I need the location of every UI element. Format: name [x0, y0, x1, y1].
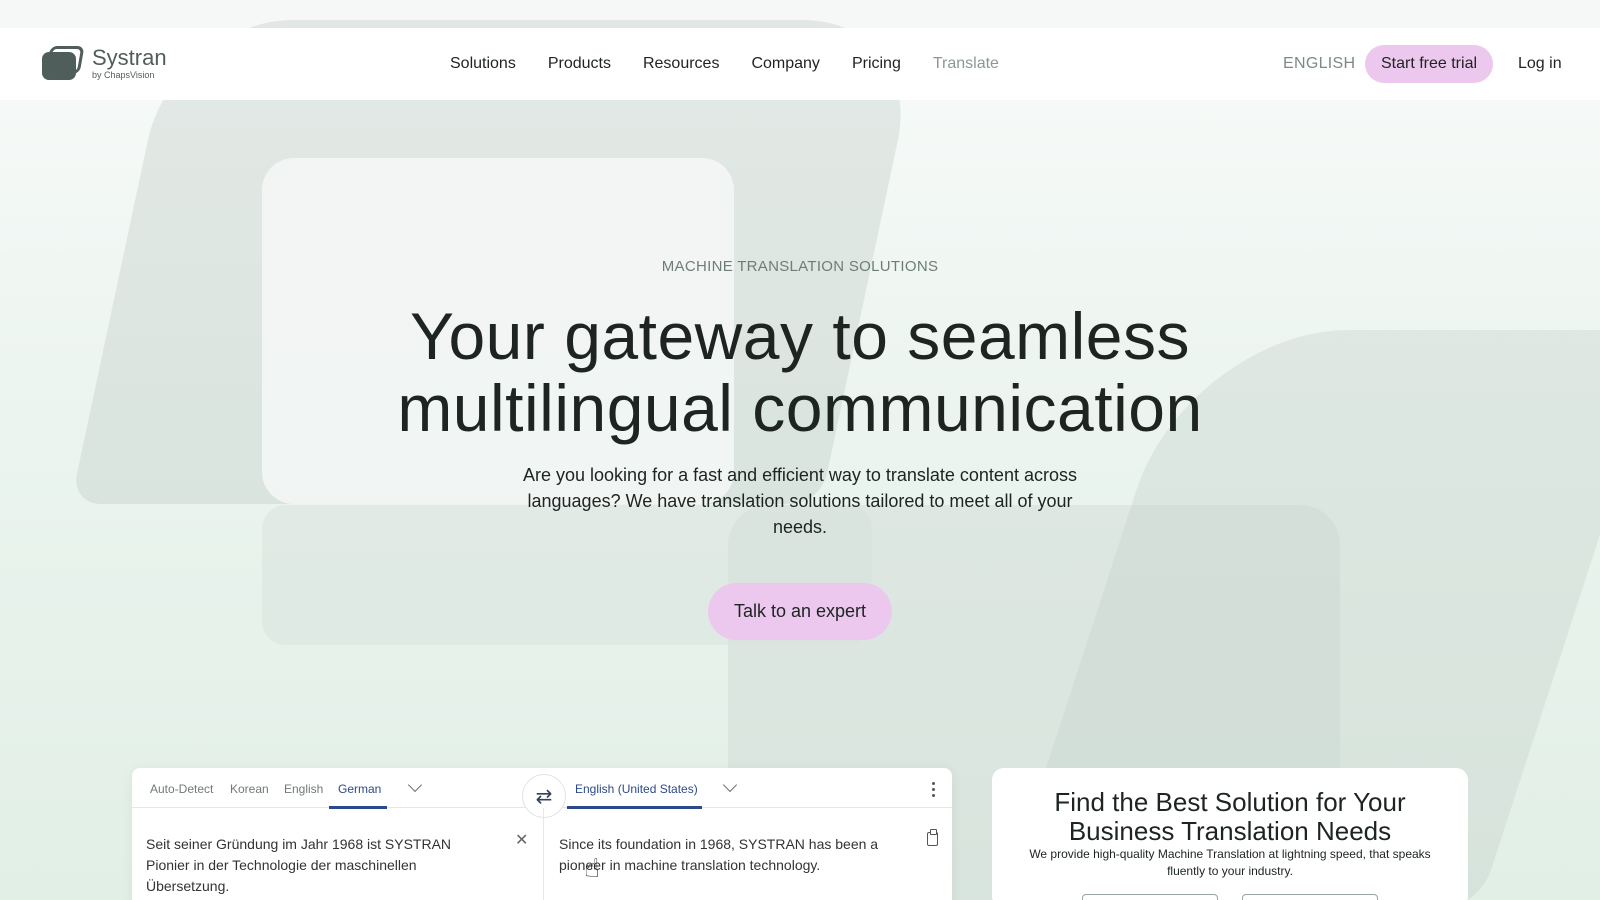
nav-products[interactable]: Products: [548, 55, 611, 73]
swap-languages-icon[interactable]: ⇄: [522, 774, 566, 818]
chevron-down-icon[interactable]: [407, 777, 423, 793]
logo-name: Systran: [92, 44, 167, 70]
nav-resources[interactable]: Resources: [643, 55, 719, 73]
card-description: We provide high-quality Machine Translat…: [1029, 847, 1431, 878]
clipboard-icon[interactable]: [927, 829, 938, 846]
hero-headline: Your gateway to seamless multilingual co…: [300, 300, 1300, 444]
start-free-trial-button[interactable]: Start free trial: [1365, 45, 1493, 83]
login-link[interactable]: Log in: [1518, 55, 1562, 73]
target-language-tab[interactable]: English (United States): [575, 782, 698, 796]
card-option-button[interactable]: [1242, 894, 1378, 900]
top-strip: [0, 0, 1600, 28]
source-text-input[interactable]: Seit seiner Gründung im Jahr 1968 ist SY…: [146, 834, 486, 897]
more-options-icon[interactable]: [932, 782, 936, 797]
logo-subtitle: by ChapsVision: [92, 69, 155, 80]
nav-solutions[interactable]: Solutions: [450, 55, 516, 73]
hand-pointer-icon: ☝: [584, 853, 600, 883]
card-option-button[interactable]: [1082, 894, 1218, 900]
solution-card: Find the Best Solution for Your Business…: [992, 768, 1468, 900]
translator-widget: Auto-Detect Korean English German Englis…: [132, 768, 952, 900]
site-header: Systran by ChapsVision Solutions Product…: [0, 28, 1600, 100]
tab-korean[interactable]: Korean: [230, 782, 269, 796]
systran-logo[interactable]: Systran by ChapsVision: [42, 46, 167, 80]
target-tab-underline: [567, 806, 702, 809]
hero-subcopy: Are you looking for a fast and efficient…: [523, 465, 1077, 537]
nav-translate[interactable]: Translate: [933, 55, 999, 73]
nav-company[interactable]: Company: [751, 55, 819, 73]
main-nav: Solutions Products Resources Company Pri…: [450, 28, 999, 100]
language-selector[interactable]: ENGLISH: [1283, 55, 1355, 73]
hero-eyebrow: MACHINE TRANSLATION SOLUTIONS: [661, 258, 939, 275]
tab-german[interactable]: German: [338, 782, 381, 796]
translated-text-output: Since its foundation in 1968, SYSTRAN ha…: [559, 836, 879, 873]
tab-auto-detect[interactable]: Auto-Detect: [150, 782, 213, 796]
active-tab-underline: [329, 806, 387, 809]
headline-line-2: multilingual communication: [397, 371, 1203, 445]
talk-to-expert-button[interactable]: Talk to an expert: [708, 583, 892, 640]
chevron-down-icon[interactable]: [722, 777, 738, 793]
pane-divider: [543, 808, 544, 900]
nav-pricing[interactable]: Pricing: [852, 55, 901, 73]
close-icon[interactable]: ✕: [515, 830, 528, 850]
headline-line-1: Your gateway to seamless: [410, 299, 1190, 373]
card-title: Find the Best Solution for Your Business…: [1054, 787, 1406, 846]
logo-icon: [42, 46, 85, 80]
tab-english[interactable]: English: [284, 782, 323, 796]
